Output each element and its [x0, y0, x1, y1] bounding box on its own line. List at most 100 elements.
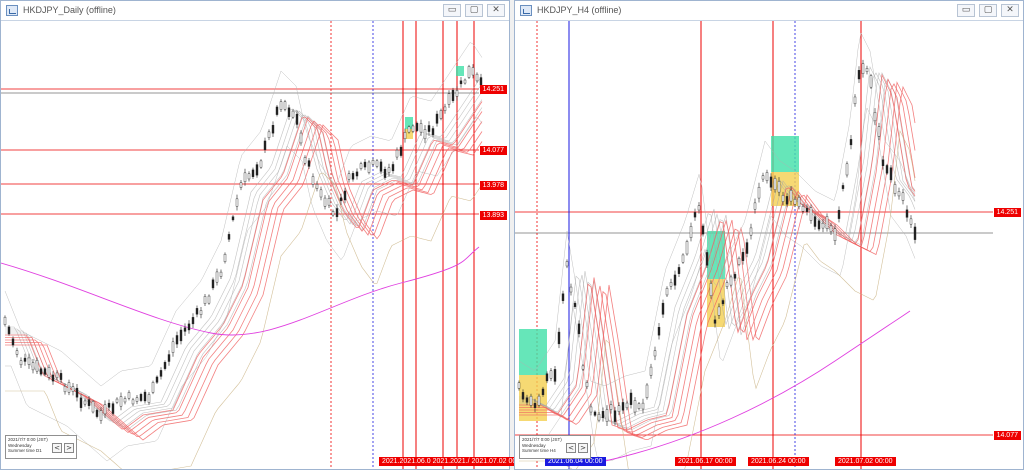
- candle-body: [231, 216, 235, 221]
- candle-body: [383, 169, 387, 178]
- candle-body: [605, 409, 609, 422]
- candle-body: [423, 129, 427, 140]
- chart-window-icon: [520, 5, 532, 16]
- candle-body: [549, 370, 553, 379]
- date-label: 2021.2021.06.0 2021.2021./ 2021.07.02 00…: [379, 457, 530, 466]
- candle-body: [367, 161, 371, 173]
- candle-body: [677, 267, 681, 274]
- maximize-icon[interactable]: ▢: [979, 4, 997, 17]
- candle-body: [893, 184, 897, 194]
- candle-body: [629, 392, 633, 405]
- close-icon[interactable]: ✕: [487, 4, 505, 17]
- candle-body: [717, 306, 721, 316]
- candle-body: [419, 123, 423, 133]
- candle-body: [235, 198, 239, 207]
- candle-body: [809, 207, 813, 221]
- title-bar-h4[interactable]: HKDJPY_H4 (offline) ▭ ▢ ✕: [515, 1, 1023, 21]
- candle-body: [331, 211, 335, 216]
- price-label: 14.077: [479, 146, 507, 155]
- candle-body: [59, 373, 63, 380]
- zone-box: [771, 136, 799, 172]
- candle-body: [589, 406, 593, 413]
- candle-body: [151, 382, 155, 393]
- candle-body: [479, 77, 483, 86]
- candle-body: [167, 354, 171, 362]
- candle-body: [183, 327, 187, 332]
- price-label: 14.077: [993, 431, 1021, 440]
- candle-body: [825, 216, 829, 229]
- chevron-left-icon[interactable]: <: [566, 443, 576, 453]
- candle-body: [103, 404, 107, 415]
- candle-body: [749, 227, 753, 236]
- candle-body: [379, 161, 383, 172]
- moving-average-line: [5, 120, 483, 435]
- moving-average-line: [5, 99, 483, 428]
- candle-body: [91, 401, 95, 413]
- candle-body: [685, 241, 689, 255]
- candle-body: [435, 113, 439, 124]
- candle-body: [291, 110, 295, 118]
- candle-body: [905, 209, 909, 218]
- candle-body: [159, 370, 163, 377]
- candle-body: [207, 295, 211, 304]
- candle-body: [63, 386, 67, 393]
- candle-body: [87, 399, 91, 406]
- price-chart-h4[interactable]: 14.251 14.077 2021.06.04 00:00 2021.06.1…: [515, 21, 1023, 469]
- candle-body: [135, 397, 139, 402]
- candle-body: [721, 300, 725, 305]
- candle-body: [889, 167, 893, 181]
- info-summer: Summer time: [8, 448, 35, 453]
- candle-body: [649, 366, 653, 376]
- candle-body: [319, 189, 323, 198]
- candle-body: [267, 131, 271, 138]
- candle-body: [529, 395, 533, 406]
- chart-window-h4[interactable]: HKDJPY_H4 (offline) ▭ ▢ ✕ 14.251 14.077 …: [514, 0, 1024, 470]
- candle-body: [307, 160, 311, 167]
- minimize-icon[interactable]: ▭: [443, 4, 461, 17]
- price-chart-daily[interactable]: 14.251 14.077 13.978 13.893 2021.2021.06…: [1, 21, 530, 469]
- candle-body: [391, 164, 395, 172]
- info-timeframe: H4: [550, 448, 556, 453]
- candle-body: [597, 414, 601, 421]
- minimize-icon[interactable]: ▭: [957, 4, 975, 17]
- candle-body: [713, 319, 717, 324]
- title-bar-daily[interactable]: HKDJPY_Daily (offline) ▭ ▢ ✕: [1, 1, 509, 21]
- candle-body: [375, 160, 379, 167]
- candle-body: [793, 199, 797, 205]
- candle-body: [359, 163, 363, 169]
- candle-body: [901, 192, 905, 201]
- candle-body: [849, 139, 853, 146]
- close-icon[interactable]: ✕: [1001, 4, 1019, 17]
- candle-body: [553, 369, 557, 382]
- candle-body: [443, 106, 447, 111]
- candle-body: [869, 75, 873, 88]
- candle-body: [785, 196, 789, 205]
- candle-body: [7, 326, 11, 335]
- candle-body: [111, 403, 115, 414]
- maximize-icon[interactable]: ▢: [465, 4, 483, 17]
- candle-body: [525, 397, 529, 403]
- chevron-left-icon[interactable]: <: [52, 443, 62, 453]
- candle-body: [243, 172, 247, 182]
- candle-body: [131, 399, 135, 405]
- candle-body: [451, 89, 455, 101]
- candle-body: [211, 279, 215, 289]
- candle-body: [885, 165, 889, 174]
- candle-body: [95, 409, 99, 417]
- chevron-right-icon[interactable]: >: [64, 443, 74, 453]
- candle-body: [705, 252, 709, 266]
- chart-window-daily[interactable]: HKDJPY_Daily (offline) ▭ ▢ ✕ 14.251 14.0…: [0, 0, 530, 470]
- date-label: 2021.06.24 00:00: [748, 457, 809, 466]
- candle-body: [259, 160, 263, 168]
- candle-body: [517, 382, 521, 389]
- candle-body: [387, 167, 391, 173]
- candle-body: [19, 360, 23, 366]
- candle-body: [661, 302, 665, 315]
- candle-body: [171, 341, 175, 353]
- candle-body: [861, 63, 865, 74]
- candle-body: [709, 283, 713, 296]
- candle-body: [729, 276, 733, 286]
- chevron-right-icon[interactable]: >: [578, 443, 588, 453]
- candle-body: [351, 173, 355, 180]
- price-label: 14.251: [479, 85, 507, 94]
